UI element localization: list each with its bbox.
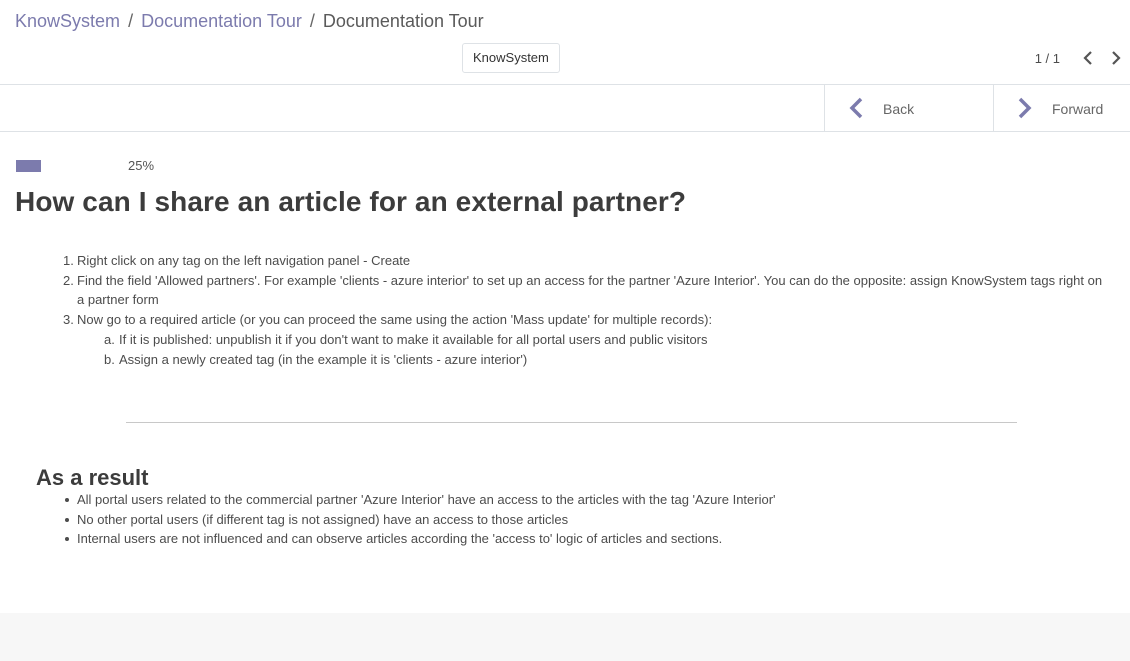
progress-bar-fill [16,160,41,172]
step-text: Right click on any tag on the left navig… [77,253,411,268]
back-label: Back [883,101,915,117]
step-text: Find the field 'Allowed partners'. For e… [77,272,1103,308]
chevron-left-icon [849,97,863,119]
article-title: How can I share an article for an extern… [15,186,687,217]
results-list: All portal users related to the commerci… [65,490,1107,549]
steps-list: 1. Right click on any tag on the left na… [63,251,1107,370]
forward-button[interactable]: Forward [993,85,1130,131]
substep-letter: b. [104,351,115,367]
breadcrumb: KnowSystem / Documentation Tour / Docume… [15,10,484,32]
pager: 1 / 1 [1035,46,1130,70]
list-item: 3. Now go to a required article (or you … [63,310,1107,370]
step-number: 1. [63,253,74,268]
pager-next-button[interactable] [1102,46,1130,70]
tour-progress: 25% [16,158,216,173]
progress-bar [16,160,116,172]
control-panel: KnowSystem / Documentation Tour / Docume… [0,0,1130,85]
pager-value[interactable]: 1 / 1 [1035,51,1060,66]
breadcrumb-separator: / [128,11,134,31]
step-text: Now go to a required article (or you can… [77,312,713,328]
breadcrumb-link-knowsystem[interactable]: KnowSystem [15,11,120,31]
pager-previous-button[interactable] [1074,46,1102,70]
progress-percent: 25% [128,158,155,173]
forward-label: Forward [1052,101,1104,117]
breadcrumb-separator: / [309,11,315,31]
substep-text: Assign a newly created tag (in the examp… [119,351,528,367]
chevron-left-icon [1083,51,1092,65]
list-item: 1. Right click on any tag on the left na… [63,251,1107,271]
breadcrumb-current: Documentation Tour [322,11,484,31]
step-number: 2. [63,272,74,288]
breadcrumb-link-documentation-tour[interactable]: Documentation Tour [141,11,302,31]
list-item: a. If it is published: unpublish it if y… [104,330,1107,350]
chevron-right-icon [1112,51,1121,65]
list-item: 2. Find the field 'Allowed partners'. Fo… [63,271,1107,310]
tour-navigation-bar: Back Forward [0,85,1130,132]
footer-area [0,613,1130,661]
substep-text: If it is published: unpublish it if you … [119,331,708,347]
substep-letter: a. [104,331,115,347]
back-button[interactable]: Back [824,85,992,131]
article-steps: 1. Right click on any tag on the left na… [63,251,1107,370]
article-content: 25% How can I share an article for an ex… [0,132,1130,613]
chevron-right-icon [1018,97,1032,119]
substeps-list: a. If it is published: unpublish it if y… [104,330,1107,370]
knowsystem-button[interactable]: KnowSystem [462,43,560,73]
list-item: b. Assign a newly created tag (in the ex… [104,350,1107,370]
list-item: Internal users are not influenced and ca… [65,529,1107,549]
list-item: All portal users related to the commerci… [65,490,1107,510]
section-divider [126,422,1017,423]
list-item: No other portal users (if different tag … [65,510,1107,530]
result-heading: As a result [36,465,149,490]
step-number: 3. [63,312,74,328]
